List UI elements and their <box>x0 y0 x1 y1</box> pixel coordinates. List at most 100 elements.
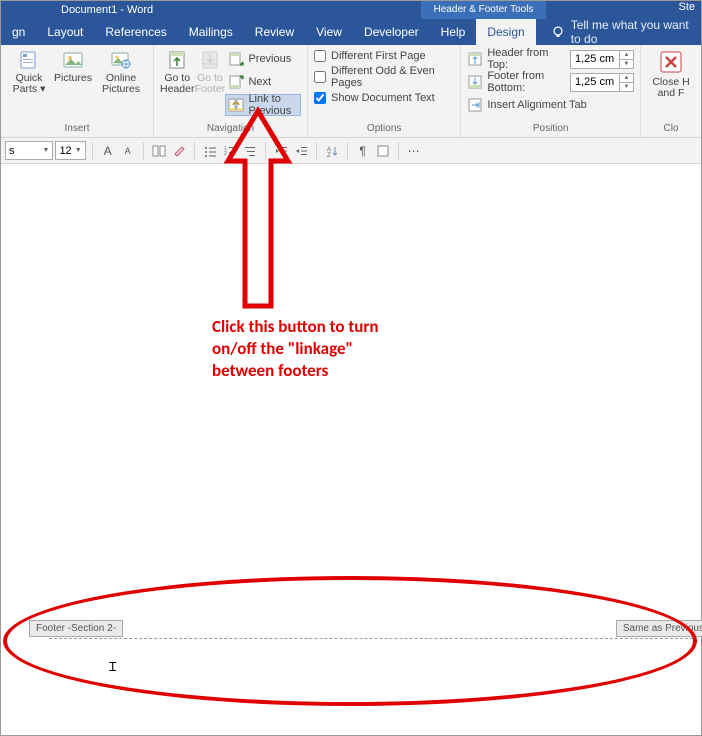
footer-from-bottom-row: Footer from Bottom: ▲▼ <box>467 71 634 93</box>
spin-down-icon[interactable]: ▼ <box>620 83 633 91</box>
more-icon[interactable]: ⋯ <box>405 142 423 160</box>
clear-format-icon[interactable] <box>170 142 188 160</box>
tab-layout[interactable]: Layout <box>36 19 94 45</box>
insert-obj-icon[interactable] <box>374 142 392 160</box>
group-navigation-label: Navigation <box>160 123 301 138</box>
align-tab-icon <box>467 97 483 113</box>
show-document-text-label: Show Document Text <box>331 92 435 104</box>
group-navigation: Go to Header Go to Footer Previous Next <box>154 45 308 138</box>
page: Footer -Section 2- Same as Previous Ꮖ <box>21 164 701 734</box>
contextual-tab-label: Header & Footer Tools <box>421 1 546 19</box>
goto-footer-icon <box>200 50 220 70</box>
annotation-text: Click this button to turn on/off the "li… <box>212 316 379 382</box>
doc-title: Document1 - Word <box>61 4 153 16</box>
link-icon <box>228 97 244 113</box>
link-to-previous-label: Link to Previous <box>248 93 295 117</box>
text-cursor-icon: Ꮖ <box>109 660 117 675</box>
close-x-icon <box>659 50 683 74</box>
goto-header-icon <box>167 50 187 70</box>
pictures-button[interactable]: Pictures <box>51 48 95 84</box>
goto-header-button[interactable]: Go to Header <box>160 48 194 95</box>
footer-from-bottom-label: Footer from Bottom: <box>487 70 564 94</box>
footer-from-bottom-spinner[interactable]: ▲▼ <box>570 73 634 92</box>
online-pictures-button[interactable]: Online Pictures <box>95 48 147 95</box>
tell-me[interactable]: Tell me what you want to do <box>551 18 701 46</box>
account-name[interactable]: Ste <box>678 1 695 13</box>
tab-developer[interactable]: Developer <box>353 19 430 45</box>
next-button[interactable]: Next <box>225 71 301 93</box>
goto-header-label: Go to Header <box>160 73 194 95</box>
previous-label: Previous <box>248 53 291 65</box>
different-odd-even-input[interactable] <box>314 71 326 83</box>
pictures-icon <box>63 50 83 70</box>
insert-alignment-tab-button[interactable]: Insert Alignment Tab <box>467 94 634 116</box>
tab-help[interactable]: Help <box>430 19 477 45</box>
annot-l1: Click this button to turn <box>212 316 379 338</box>
font-select[interactable]: s▼ <box>5 141 53 160</box>
fontsize-value: 12 <box>59 145 71 157</box>
goto-footer-label: Go to Footer <box>194 73 225 95</box>
close-header-footer-button[interactable]: Close H and F <box>647 48 695 99</box>
footer-boundary-line <box>49 638 693 639</box>
mini-toolbar: s▼ 12▼ A A 12 AZ ¶ ⋯ <box>1 138 701 164</box>
group-close: Close H and F Clo <box>641 45 701 138</box>
spin-down-icon[interactable]: ▼ <box>620 60 633 68</box>
shrink-font-icon[interactable]: A <box>119 142 137 160</box>
different-first-page-input[interactable] <box>314 50 326 62</box>
tab-mailings[interactable]: Mailings <box>178 19 244 45</box>
header-from-top-input[interactable] <box>571 51 619 68</box>
quick-parts-label: Quick Parts ▾ <box>7 73 51 95</box>
footer-from-bottom-input[interactable] <box>571 74 619 91</box>
inc-indent-icon[interactable] <box>292 142 310 160</box>
show-document-text-checkbox[interactable]: Show Document Text <box>314 92 454 104</box>
group-insert-label: Insert <box>7 123 147 138</box>
same-as-previous-tag: Same as Previous <box>616 620 702 637</box>
ribbon: Quick Parts ▾ Pictures Online Pictures I… <box>1 45 701 138</box>
different-odd-even-label: Different Odd & Even Pages <box>331 65 454 89</box>
show-document-text-input[interactable] <box>314 92 326 104</box>
pictures-label: Pictures <box>54 73 92 84</box>
paragraph-icon[interactable]: ¶ <box>354 142 372 160</box>
styles-icon[interactable] <box>150 142 168 160</box>
document-area[interactable]: Footer -Section 2- Same as Previous Ꮖ Cl… <box>1 164 701 735</box>
tab-design-hf[interactable]: Design <box>476 19 535 45</box>
group-position: Header from Top: ▲▼ Footer from Bottom: … <box>461 45 641 138</box>
goto-footer-button: Go to Footer <box>194 48 225 95</box>
previous-button[interactable]: Previous <box>225 48 301 70</box>
group-insert: Quick Parts ▾ Pictures Online Pictures I… <box>1 45 154 138</box>
previous-icon <box>228 51 244 67</box>
grow-font-icon[interactable]: A <box>99 142 117 160</box>
tab-review[interactable]: Review <box>244 19 305 45</box>
fontsize-select[interactable]: 12▼ <box>55 141 85 160</box>
header-from-top-row: Header from Top: ▲▼ <box>467 48 634 70</box>
online-pictures-label: Online Pictures <box>95 73 147 95</box>
group-position-label: Position <box>467 123 634 138</box>
svg-text:2: 2 <box>224 151 227 157</box>
tab-design-partial[interactable]: gn <box>1 19 36 45</box>
close-l2: and F <box>658 88 685 99</box>
footer-section-tag: Footer -Section 2- <box>29 620 123 637</box>
spin-up-icon[interactable]: ▲ <box>620 74 633 83</box>
annot-l3: between footers <box>212 360 379 382</box>
header-top-icon <box>467 51 483 67</box>
tab-references[interactable]: References <box>94 19 177 45</box>
multilevel-icon[interactable] <box>241 142 259 160</box>
titlebar: Document1 - Word Header & Footer Tools S… <box>1 1 701 19</box>
spin-up-icon[interactable]: ▲ <box>620 51 633 60</box>
annot-l2: on/off the "linkage" <box>212 338 379 360</box>
quick-parts-button[interactable]: Quick Parts ▾ <box>7 48 51 95</box>
next-icon <box>228 74 244 90</box>
link-to-previous-button[interactable]: Link to Previous <box>225 94 301 116</box>
tab-view[interactable]: View <box>305 19 353 45</box>
next-label: Next <box>248 76 271 88</box>
different-odd-even-checkbox[interactable]: Different Odd & Even Pages <box>314 65 454 89</box>
insert-alignment-tab-label: Insert Alignment Tab <box>487 99 586 111</box>
online-pictures-icon <box>111 50 131 70</box>
header-from-top-spinner[interactable]: ▲▼ <box>570 50 634 69</box>
numbering-icon[interactable]: 12 <box>221 142 239 160</box>
dec-indent-icon[interactable] <box>272 142 290 160</box>
bullets-icon[interactable] <box>201 142 219 160</box>
group-options: Different First Page Different Odd & Eve… <box>308 45 461 138</box>
sort-icon[interactable]: AZ <box>323 142 341 160</box>
different-first-page-checkbox[interactable]: Different First Page <box>314 50 454 62</box>
